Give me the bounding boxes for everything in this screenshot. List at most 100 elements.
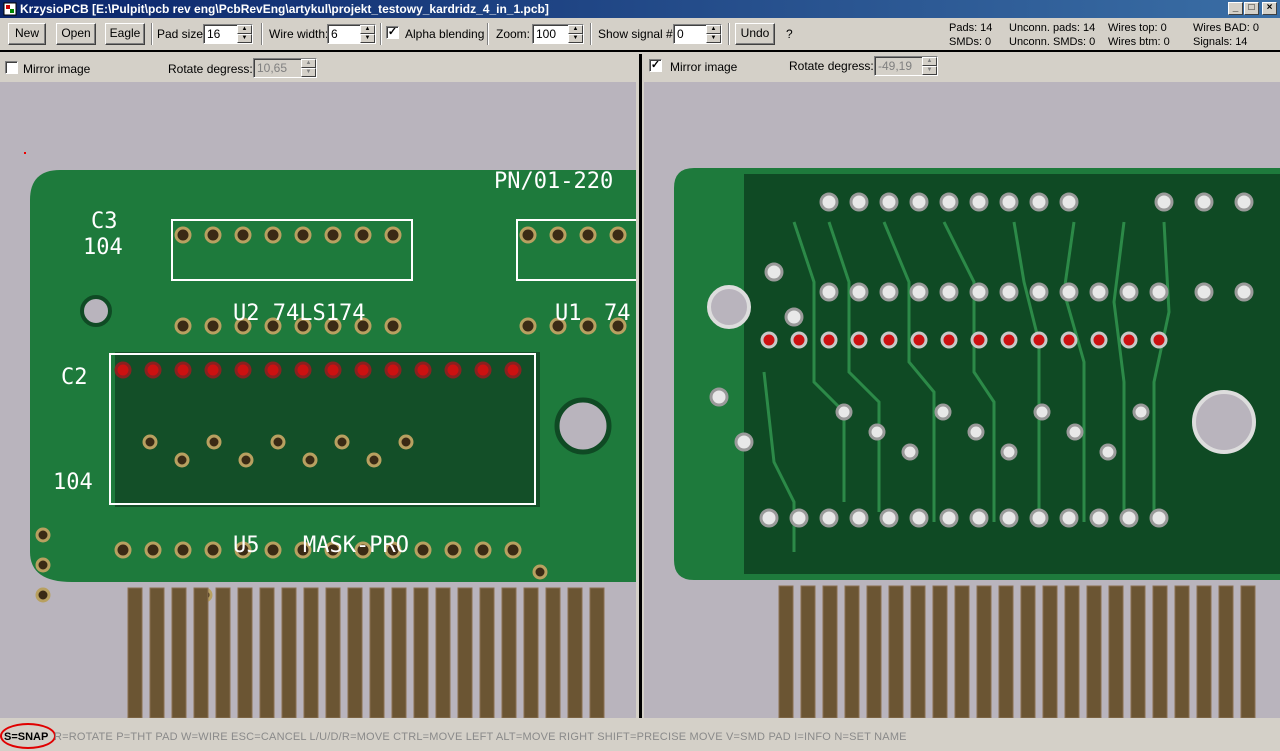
tht-pad[interactable] xyxy=(969,192,989,212)
tht-pad[interactable] xyxy=(264,226,282,244)
panel-divider[interactable] xyxy=(639,54,642,718)
tht-pad[interactable] xyxy=(579,226,597,244)
tht-pad[interactable] xyxy=(1119,282,1139,302)
tht-pad[interactable] xyxy=(142,434,158,450)
tht-pad[interactable] xyxy=(1132,403,1150,421)
red-pad[interactable] xyxy=(1030,331,1048,349)
tht-pad[interactable] xyxy=(819,508,839,528)
red-pad[interactable] xyxy=(474,361,492,379)
right-pcb-canvas[interactable] xyxy=(644,82,1280,718)
right-mirror-checkbox[interactable]: ✓ xyxy=(649,59,662,72)
tht-pad[interactable] xyxy=(35,527,51,543)
tht-pad[interactable] xyxy=(967,423,985,441)
tht-pad[interactable] xyxy=(174,317,192,335)
red-pad[interactable] xyxy=(234,361,252,379)
red-pad[interactable] xyxy=(444,361,462,379)
tht-pad[interactable] xyxy=(204,226,222,244)
minimize-button[interactable]: _ xyxy=(1228,2,1243,15)
red-pad[interactable] xyxy=(294,361,312,379)
tht-pad[interactable] xyxy=(759,508,779,528)
left-mirror-checkbox[interactable] xyxy=(5,61,18,74)
red-pad[interactable] xyxy=(820,331,838,349)
tht-pad[interactable] xyxy=(1234,282,1254,302)
red-pad[interactable] xyxy=(1150,331,1168,349)
tht-pad[interactable] xyxy=(504,541,522,559)
tht-pad[interactable] xyxy=(114,541,132,559)
spin-down-icon[interactable]: ▼ xyxy=(360,34,375,43)
pad-size-spinner[interactable]: 16 ▲ ▼ xyxy=(203,24,253,44)
tht-pad[interactable] xyxy=(901,443,919,461)
tht-pad[interactable] xyxy=(414,541,432,559)
tht-pad[interactable] xyxy=(819,192,839,212)
tht-pad[interactable] xyxy=(204,541,222,559)
spin-up-icon[interactable]: ▲ xyxy=(237,25,252,34)
red-pad[interactable] xyxy=(1000,331,1018,349)
tht-pad[interactable] xyxy=(366,452,382,468)
tht-pad[interactable] xyxy=(939,282,959,302)
tht-pad[interactable] xyxy=(1066,423,1084,441)
tht-pad[interactable] xyxy=(1059,508,1079,528)
spin-down-icon[interactable]: ▼ xyxy=(301,68,316,77)
tht-pad[interactable] xyxy=(35,587,51,603)
tht-pad[interactable] xyxy=(709,387,729,407)
tht-pad[interactable] xyxy=(444,541,462,559)
tht-pad[interactable] xyxy=(1059,282,1079,302)
tht-pad[interactable] xyxy=(519,317,537,335)
tht-pad[interactable] xyxy=(969,508,989,528)
tht-pad[interactable] xyxy=(1029,282,1049,302)
spin-up-icon[interactable]: ▲ xyxy=(360,25,375,34)
tht-pad[interactable] xyxy=(354,226,372,244)
tht-pad[interactable] xyxy=(144,541,162,559)
left-rotate-spinner[interactable]: 10,65 ▲ ▼ xyxy=(253,58,317,78)
tht-pad[interactable] xyxy=(1089,282,1109,302)
maximize-button[interactable]: □ xyxy=(1244,2,1259,15)
tht-pad[interactable] xyxy=(609,226,627,244)
tht-pad[interactable] xyxy=(879,282,899,302)
red-pad[interactable] xyxy=(114,361,132,379)
eagle-button[interactable]: Eagle xyxy=(105,23,145,45)
undo-button[interactable]: Undo xyxy=(735,23,775,45)
red-pad[interactable] xyxy=(880,331,898,349)
left-pcb-image[interactable]: C3 104 U2 74LS174 U1 74 PN/01-220 C2 104… xyxy=(0,82,636,718)
tht-pad[interactable] xyxy=(879,192,899,212)
tht-pad[interactable] xyxy=(398,434,414,450)
tht-pad[interactable] xyxy=(302,452,318,468)
tht-pad[interactable] xyxy=(238,452,254,468)
tht-pad[interactable] xyxy=(579,317,597,335)
spin-down-icon[interactable]: ▼ xyxy=(237,34,252,43)
tht-pad[interactable] xyxy=(174,541,192,559)
tht-pad[interactable] xyxy=(234,226,252,244)
tht-pad[interactable] xyxy=(939,508,959,528)
tht-pad[interactable] xyxy=(204,317,222,335)
spin-up-icon[interactable]: ▲ xyxy=(568,25,583,34)
help-button[interactable]: ? xyxy=(786,27,793,41)
red-pad[interactable] xyxy=(910,331,928,349)
open-button[interactable]: Open xyxy=(56,23,96,45)
tht-pad[interactable] xyxy=(264,541,282,559)
right-pcb-image[interactable] xyxy=(644,82,1280,718)
tht-pad[interactable] xyxy=(1000,443,1018,461)
red-pad[interactable] xyxy=(970,331,988,349)
tht-pad[interactable] xyxy=(324,226,342,244)
red-pad[interactable] xyxy=(760,331,778,349)
show-signal-spinner[interactable]: 0 ▲ ▼ xyxy=(673,24,722,44)
red-pad[interactable] xyxy=(940,331,958,349)
tht-pad[interactable] xyxy=(909,192,929,212)
tht-pad[interactable] xyxy=(764,262,784,282)
right-rotate-spinner[interactable]: -49,19 ▲ ▼ xyxy=(874,56,938,76)
spin-down-icon[interactable]: ▼ xyxy=(706,34,721,43)
close-button[interactable]: × xyxy=(1262,2,1277,15)
red-pad[interactable] xyxy=(264,361,282,379)
tht-pad[interactable] xyxy=(549,226,567,244)
tht-pad[interactable] xyxy=(1089,508,1109,528)
red-pad[interactable] xyxy=(1090,331,1108,349)
tht-pad[interactable] xyxy=(819,282,839,302)
tht-pad[interactable] xyxy=(1154,192,1174,212)
tht-pad[interactable] xyxy=(934,403,952,421)
new-button[interactable]: New xyxy=(8,23,46,45)
wire-width-spinner[interactable]: 6 ▲ ▼ xyxy=(327,24,376,44)
tht-pad[interactable] xyxy=(1149,282,1169,302)
tht-pad[interactable] xyxy=(849,192,869,212)
tht-pad[interactable] xyxy=(35,557,51,573)
tht-pad[interactable] xyxy=(206,434,222,450)
